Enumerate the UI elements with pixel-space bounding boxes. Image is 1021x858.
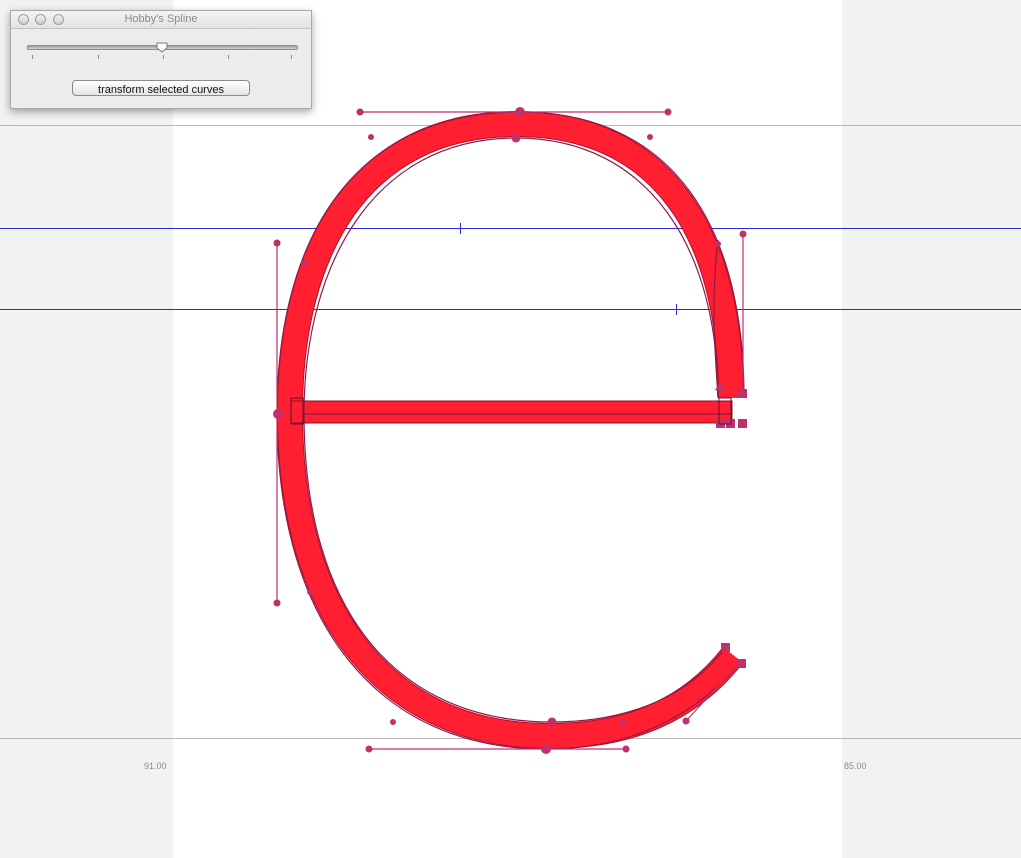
offcurve-point <box>647 134 653 140</box>
offcurve-point <box>307 589 313 595</box>
offcurve-point <box>622 745 630 753</box>
slider-tick <box>228 55 229 59</box>
offcurve-point <box>356 108 364 116</box>
offcurve-point <box>715 241 721 247</box>
slider-tick <box>98 55 99 59</box>
offcurve-point <box>620 719 626 725</box>
oncurve-point <box>273 409 283 419</box>
palette-title: Hobby's Spline <box>124 13 198 25</box>
offcurve-point <box>273 239 281 247</box>
glyph-e-fill[interactable] <box>276 110 744 750</box>
corner-point <box>738 419 747 428</box>
corner-point <box>721 643 730 652</box>
oncurve-point <box>511 133 521 143</box>
oncurve-point <box>541 744 551 754</box>
slider-tick <box>163 55 164 59</box>
palette-titlebar[interactable]: Hobby's Spline <box>11 11 311 29</box>
corner-point <box>737 659 746 668</box>
glyph-edit-view[interactable]: 91.00 85.00 <box>0 0 1021 858</box>
slider-thumb[interactable] <box>156 42 168 53</box>
offcurve-point <box>365 745 373 753</box>
oncurve-point <box>515 107 525 117</box>
offcurve-point <box>739 230 747 238</box>
glyph-e-outline[interactable] <box>0 0 1021 858</box>
offcurve-point <box>390 719 396 725</box>
slider-tick <box>32 55 33 59</box>
oncurve-point <box>547 717 557 727</box>
slider-tick <box>291 55 292 59</box>
transform-selected-curves-button[interactable]: transform selected curves <box>72 80 250 96</box>
offcurve-point <box>368 134 374 140</box>
corner-point <box>738 389 747 398</box>
offcurve-point <box>301 260 307 266</box>
hobby-spline-palette[interactable]: Hobby's Spline transform selected curves <box>10 10 312 109</box>
offcurve-point <box>664 108 672 116</box>
offcurve-point <box>682 717 690 725</box>
offcurve-point <box>273 599 281 607</box>
